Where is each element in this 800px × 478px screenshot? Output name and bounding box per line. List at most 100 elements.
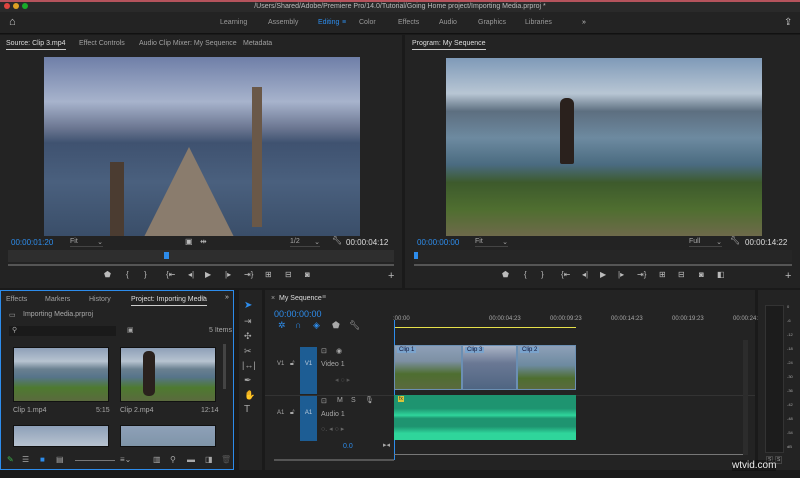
clip-name[interactable]: Clip 1.mp4 (13, 407, 46, 414)
button-editor-icon[interactable]: + (388, 270, 394, 282)
solo-icon[interactable]: S (351, 397, 356, 404)
track-a1-target[interactable]: A1 (277, 410, 284, 416)
horizontal-scrollbar[interactable] (394, 454, 744, 455)
close-icon[interactable]: × (271, 295, 275, 302)
panel-menu-icon[interactable]: ≡ (201, 295, 205, 302)
tab-effects[interactable]: Effects (6, 296, 27, 303)
workspace-audio[interactable]: Audio (439, 19, 457, 26)
timeline-audio-clip[interactable]: fx (394, 395, 576, 440)
tab-source[interactable]: Source: Clip 3.mp4 (6, 40, 66, 50)
type-tool-icon[interactable]: T (244, 404, 250, 415)
automate-to-sequence-icon[interactable]: ▥ (153, 455, 161, 464)
workspace-assembly[interactable]: Assembly (268, 19, 298, 26)
source-patch-v1[interactable]: V1 (300, 347, 317, 394)
new-bin-icon[interactable]: ▬ (187, 455, 195, 464)
timeline-timecode[interactable]: 00:00:00:00 (274, 309, 322, 319)
safe-margins-icon[interactable]: ▣ (185, 237, 193, 246)
export-frame-icon[interactable]: ◙ (699, 270, 704, 279)
hand-tool-icon[interactable]: ✋ (244, 390, 255, 401)
clip-thumbnail[interactable] (13, 347, 109, 402)
tab-markers[interactable]: Markers (45, 296, 70, 303)
mark-in-icon[interactable]: { (524, 270, 527, 279)
timeline-settings-icon[interactable]: 🔧︎ (349, 320, 360, 331)
slip-tool-icon[interactable]: |↔| (242, 360, 256, 370)
go-to-end-icon[interactable]: ▸◂ (383, 441, 390, 449)
go-to-out-icon[interactable]: ⇥} (637, 270, 646, 279)
share-icon[interactable]: ⇪ (784, 17, 792, 28)
mark-in-icon[interactable]: { (126, 270, 129, 279)
source-playhead[interactable] (164, 252, 170, 259)
new-item-icon[interactable]: ◨ (205, 455, 213, 464)
keyframe-nav-icon[interactable]: ◂ ○ ▸ (335, 376, 350, 384)
tab-project[interactable]: Project: Importing Media (131, 296, 207, 306)
sync-lock-icon[interactable]: ⊡ (321, 347, 327, 355)
sync-lock-icon[interactable]: ⊡ (321, 397, 327, 405)
go-to-in-icon[interactable]: {⇤ (166, 270, 175, 279)
track-select-tool-icon[interactable]: ⇥ (244, 316, 252, 327)
program-time-ruler[interactable] (414, 250, 792, 262)
clear-icon[interactable]: 🗑︎ (221, 455, 231, 464)
mute-icon[interactable]: M (337, 397, 343, 404)
program-playhead[interactable] (414, 252, 418, 259)
wrench-icon[interactable]: 🔧︎ (730, 236, 740, 245)
ripple-edit-tool-icon[interactable]: ✣ (244, 331, 252, 342)
timeline-video-clip[interactable]: Clip 3 (462, 345, 517, 390)
program-zoom-scrollbar[interactable] (414, 264, 792, 266)
workspace-graphics[interactable]: Graphics (478, 19, 506, 26)
workspace-editing[interactable]: Editing (318, 19, 339, 26)
add-marker-icon[interactable]: ⬟ (104, 270, 111, 279)
linked-selection-icon[interactable]: ◈ (313, 320, 320, 331)
freeform-view-icon[interactable]: ▤ (56, 455, 64, 464)
clip-name[interactable]: Clip 2.mp4 (120, 407, 153, 414)
razor-tool-icon[interactable]: ✂ (244, 346, 252, 357)
add-marker-icon[interactable]: ⬟ (332, 320, 340, 331)
step-back-icon[interactable]: ◂| (188, 270, 194, 279)
extract-icon[interactable]: ⊟ (678, 270, 685, 279)
program-fit-dropdown[interactable]: Fit ⌄ (475, 238, 508, 247)
workspace-libraries[interactable]: Libraries (525, 19, 552, 26)
step-forward-icon[interactable]: |▸ (618, 270, 624, 279)
track-v1-target[interactable]: V1 (277, 361, 284, 367)
source-patch-a1[interactable]: A1 (300, 396, 317, 441)
workspace-menu-icon[interactable]: ≡ (342, 19, 346, 26)
voiceover-mic-icon[interactable]: 🎙︎ (365, 396, 374, 404)
timeline-zoom-scrollbar[interactable] (274, 459, 394, 461)
step-back-icon[interactable]: ◂| (582, 270, 588, 279)
wrench-icon[interactable]: 🔧︎ (332, 236, 342, 245)
step-forward-icon[interactable]: |▸ (225, 270, 231, 279)
master-mix-value[interactable]: 0.0 (343, 443, 353, 450)
tab-effect-controls[interactable]: Effect Controls (79, 40, 125, 47)
list-view-icon[interactable]: ☰ (22, 455, 29, 464)
tab-audio-clip-mixer[interactable]: Audio Clip Mixer: My Sequence (139, 40, 237, 47)
lift-icon[interactable]: ⊞ (659, 270, 666, 279)
play-icon[interactable]: ▶ (205, 270, 211, 279)
workspace-learning[interactable]: Learning (220, 19, 247, 26)
clip-thumbnail[interactable] (120, 425, 216, 447)
icon-view-icon[interactable]: ■ (40, 455, 45, 464)
timeline-video-clip[interactable]: Clip 1 (394, 345, 462, 390)
go-to-in-icon[interactable]: {⇤ (561, 270, 570, 279)
workspace-effects[interactable]: Effects (398, 19, 419, 26)
mark-out-icon[interactable]: } (144, 270, 147, 279)
clip-thumbnail[interactable] (13, 425, 109, 447)
tab-program[interactable]: Program: My Sequence (412, 40, 486, 50)
mark-out-icon[interactable]: } (541, 270, 544, 279)
play-icon[interactable]: ▶ (600, 270, 606, 279)
work-area-bar[interactable] (394, 327, 576, 328)
tab-sequence[interactable]: My Sequence (279, 295, 322, 302)
keyframe-nav-icon[interactable]: ○. ◂ ○ ▸ (321, 425, 344, 433)
tab-history[interactable]: History (89, 296, 111, 303)
workspace-color[interactable]: Color (359, 19, 376, 26)
zoom-slider[interactable] (75, 460, 115, 461)
project-search-input[interactable]: ⚲ (9, 326, 116, 336)
source-time-ruler[interactable] (8, 250, 394, 262)
selection-tool-icon[interactable]: ➤ (244, 300, 252, 311)
vertical-scrollbar[interactable] (743, 340, 748, 455)
write-protect-icon[interactable]: ✎ (7, 455, 14, 464)
home-icon[interactable]: ⌂ (9, 16, 16, 28)
tab-metadata[interactable]: Metadata (243, 40, 272, 47)
eye-icon[interactable]: ◉ (336, 347, 342, 355)
program-resolution-dropdown[interactable]: Full ⌄ (689, 238, 722, 247)
pen-tool-icon[interactable]: ✒ (244, 375, 252, 386)
source-zoom-scrollbar[interactable] (8, 264, 394, 266)
